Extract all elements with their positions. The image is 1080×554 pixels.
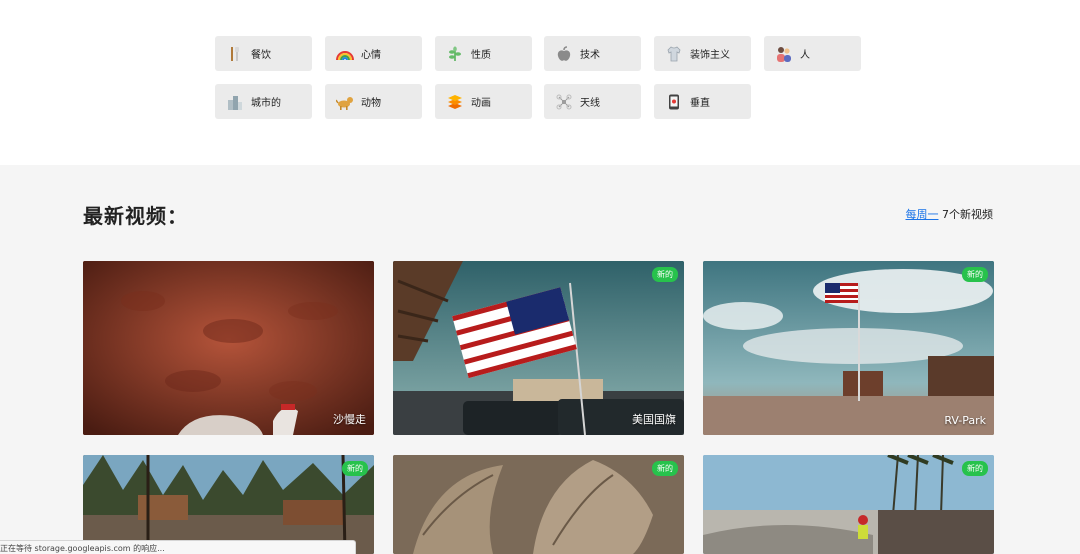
- category-label: 餐饮: [251, 50, 271, 61]
- category-tile-nature[interactable]: 性质: [435, 36, 532, 71]
- category-tile-decor[interactable]: 装饰主义: [654, 36, 751, 71]
- section-title: 最新视频：: [83, 204, 188, 228]
- video-card[interactable]: 新的: [393, 455, 684, 554]
- layers-icon: [445, 92, 465, 112]
- category-tile-vertical[interactable]: 垂直: [654, 84, 751, 119]
- rainbow-icon: [335, 44, 355, 64]
- category-label: 心情: [361, 50, 381, 61]
- video-caption: 沙慢走: [333, 413, 366, 426]
- category-label: 天线: [580, 98, 600, 109]
- dog-icon: [335, 92, 355, 112]
- utensils-icon: [225, 44, 245, 64]
- city-icon: [225, 92, 245, 112]
- category-label: 性质: [471, 50, 491, 61]
- category-section: 餐饮 心情 性质 技术 装饰主义 人 城市的 动物 动画 天线 垂直: [0, 0, 1080, 165]
- video-thumbnail: [703, 261, 994, 435]
- video-card[interactable]: 新的 RV-Park: [703, 261, 994, 435]
- video-thumbnail: [393, 455, 684, 554]
- new-badge: 新的: [652, 461, 678, 476]
- drone-icon: [554, 92, 574, 112]
- category-tile-urban[interactable]: 城市的: [215, 84, 312, 119]
- category-tile-tech[interactable]: 技术: [544, 36, 641, 71]
- browser-status-bar: 正在等待 storage.googleapis.com 的响应...: [0, 540, 356, 554]
- video-thumbnail: [703, 455, 994, 554]
- video-thumbnail: [83, 261, 374, 435]
- category-tile-animation[interactable]: 动画: [435, 84, 532, 119]
- weekly-link[interactable]: 每周一: [906, 208, 939, 221]
- video-card[interactable]: 新的 美国国旗: [393, 261, 684, 435]
- phone-icon: [664, 92, 684, 112]
- new-badge: 新的: [342, 461, 368, 476]
- weekly-text: 7个新视频: [938, 208, 993, 221]
- new-badge: 新的: [962, 461, 988, 476]
- category-label: 城市的: [251, 98, 281, 109]
- category-label: 装饰主义: [690, 50, 730, 61]
- category-tile-dining[interactable]: 餐饮: [215, 36, 312, 71]
- video-card[interactable]: 新的: [703, 455, 994, 554]
- category-label: 动画: [471, 98, 491, 109]
- latest-videos-section: 最新视频： 每周一 7个新视频 沙慢走 新的 美国国旗 新的 RV-Park 新…: [0, 165, 1080, 554]
- category-label: 技术: [580, 50, 600, 61]
- category-label: 动物: [361, 98, 381, 109]
- leaf-icon: [445, 44, 465, 64]
- apple-icon: [554, 44, 574, 64]
- video-thumbnail: [393, 261, 684, 435]
- category-tile-people[interactable]: 人: [764, 36, 861, 71]
- video-caption: 美国国旗: [632, 413, 676, 426]
- people-icon: [774, 44, 794, 64]
- category-tile-aerial[interactable]: 天线: [544, 84, 641, 119]
- video-card[interactable]: 沙慢走: [83, 261, 374, 435]
- new-badge: 新的: [652, 267, 678, 282]
- category-tile-mood[interactable]: 心情: [325, 36, 422, 71]
- category-label: 人: [800, 50, 810, 61]
- category-label: 垂直: [690, 98, 710, 109]
- shirt-icon: [664, 44, 684, 64]
- weekly-note: 每周一 7个新视频: [906, 206, 994, 222]
- new-badge: 新的: [962, 267, 988, 282]
- category-tile-animals[interactable]: 动物: [325, 84, 422, 119]
- video-caption: RV-Park: [944, 414, 986, 427]
